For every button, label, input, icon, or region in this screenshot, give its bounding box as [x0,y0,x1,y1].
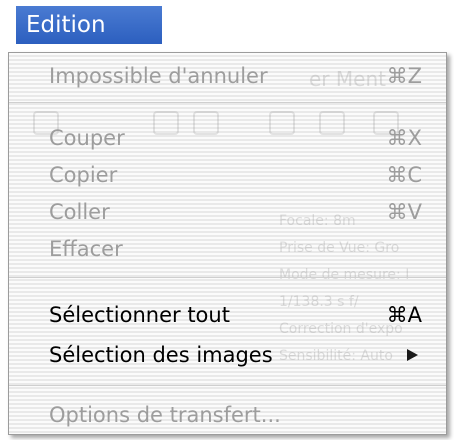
menu-separator [9,102,446,103]
menu-item-label: Sélectionner tout [49,303,230,327]
shortcut-label: ⌘C [386,163,422,187]
menu-item-cut[interactable]: Couper ⌘X [9,120,446,156]
menu-item-label: Impossible d'annuler [49,64,268,88]
edition-menu-title[interactable]: Edition [16,6,162,44]
menu-item-label: Effacer [49,237,123,261]
edition-dropdown-menu: er Ment Focale: 8m Prise de Vue: Gro Mod… [8,52,447,435]
shortcut-label: ⌘V [386,200,422,224]
menu-bar: Edition [0,0,454,50]
menu-item-undo[interactable]: Impossible d'annuler ⌘Z [9,58,446,94]
submenu-arrow-icon [407,349,418,361]
menu-separator [9,277,446,278]
menu-item-label: Coller [49,200,110,224]
menu-item-image-selection[interactable]: Sélection des images [9,337,446,373]
shortcut-label: ⌘A [386,303,422,327]
background-info-line: Mode de mesure: I [279,267,410,283]
menu-item-paste[interactable]: Coller ⌘V [9,194,446,230]
menu-item-label: Sélection des images [49,343,273,367]
menu-item-transfer-options[interactable]: Options de transfert... [9,397,446,433]
menu-item-select-all[interactable]: Sélectionner tout ⌘A [9,297,446,333]
menu-item-clear[interactable]: Effacer [9,231,446,267]
menu-item-label: Couper [49,126,125,150]
menu-item-copy[interactable]: Copier ⌘C [9,157,446,193]
shortcut-label: ⌘Z [386,64,422,88]
shortcut-label: ⌘X [386,126,422,150]
menu-item-label: Copier [49,163,118,187]
menu-separator [9,385,446,386]
menu-item-label: Options de transfert... [49,403,281,427]
